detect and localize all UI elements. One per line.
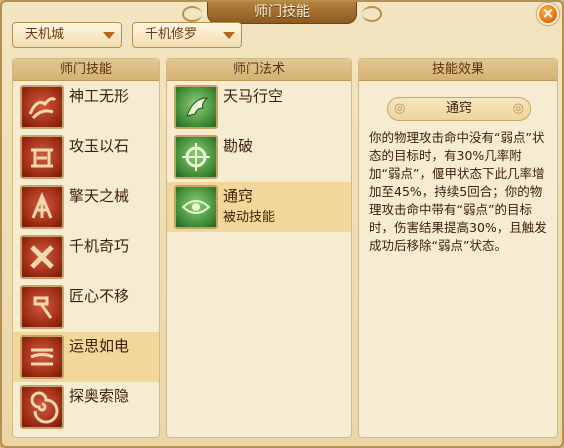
effect-skill-name: 通窍 — [387, 97, 531, 121]
spell-item-kanpo[interactable]: 勘破 — [167, 132, 351, 182]
skill-item-label: 神工无形 — [69, 87, 130, 105]
skill-item-label: 探奥索隐 — [69, 387, 130, 405]
chevron-down-icon — [223, 32, 235, 39]
skill-item-label: 千机奇巧 — [69, 237, 130, 255]
wings-glyph-icon — [20, 85, 64, 129]
spell-item-tianma[interactable]: 天马行空 — [167, 82, 351, 132]
close-button[interactable]: × — [537, 3, 559, 25]
tool-glyph-icon — [20, 135, 64, 179]
sect-dropdown[interactable]: 天机城 — [12, 22, 122, 48]
skill-item-label: 运思如电 — [69, 337, 130, 355]
spell-item-label: 天马行空 — [223, 87, 284, 105]
spell-item-label: 通窍 — [223, 187, 254, 205]
eye-icon — [174, 185, 218, 229]
skill-item-qingtian[interactable]: 擎天之械 — [13, 182, 159, 232]
skill-item-yunsi[interactable]: 运思如电 — [13, 332, 159, 382]
effect-description: 你的物理攻击命中没有“弱点”状态的目标时，有30%几率附加“弱点”，偃甲状态下此… — [369, 130, 547, 253]
spiral-scroll-icon — [20, 335, 64, 379]
vortex-icon — [20, 385, 64, 429]
skill-item-label: 擎天之械 — [69, 187, 130, 205]
school-dropdown-value: 千机修罗 — [145, 27, 198, 42]
skills-panel-header: 师门技能 — [13, 59, 159, 81]
chevron-down-icon — [103, 32, 115, 39]
skill-item-label: 攻玉以石 — [69, 137, 130, 155]
wing-icon — [174, 85, 218, 129]
skill-item-tanao[interactable]: 探奥索隐 — [13, 382, 159, 432]
spell-item-tongqiao[interactable]: 通窍 被动技能 — [167, 182, 351, 232]
effect-panel: 技能效果 通窍 你的物理攻击命中没有“弱点”状态的目标时，有30%几率附加“弱点… — [358, 58, 558, 438]
sect-dropdown-value: 天机城 — [25, 27, 65, 42]
skill-item-jiangxin[interactable]: 匠心不移 — [13, 282, 159, 332]
spell-item-label: 勘破 — [223, 137, 254, 155]
effect-panel-header: 技能效果 — [359, 59, 557, 81]
spells-panel-header: 师门法术 — [167, 59, 351, 81]
machine-glyph-icon — [20, 185, 64, 229]
spells-panel: 师门法术 天马行空 勘破 通窍 被动技能 — [166, 58, 352, 438]
window-title: 师门技能 — [182, 2, 382, 24]
cross-blades-icon — [20, 235, 64, 279]
crosshair-icon — [174, 135, 218, 179]
skill-item-label: 匠心不移 — [69, 287, 130, 305]
school-dropdown[interactable]: 千机修罗 — [132, 22, 242, 48]
skill-item-gongyu[interactable]: 攻玉以石 — [13, 132, 159, 182]
spell-item-type: 被动技能 — [223, 210, 276, 225]
skills-panel: 师门技能 神工无形 攻玉以石 擎天之械 千机奇巧 匠心不移 运思如电 探奥索隐 — [12, 58, 160, 438]
hammer-icon — [20, 285, 64, 329]
skill-item-qianji[interactable]: 千机奇巧 — [13, 232, 159, 282]
skill-window: 师门技能 × 天机城 千机修罗 师门技能 神工无形 攻玉以石 擎天之械 千机奇巧… — [0, 0, 564, 448]
skill-item-shengong[interactable]: 神工无形 — [13, 82, 159, 132]
